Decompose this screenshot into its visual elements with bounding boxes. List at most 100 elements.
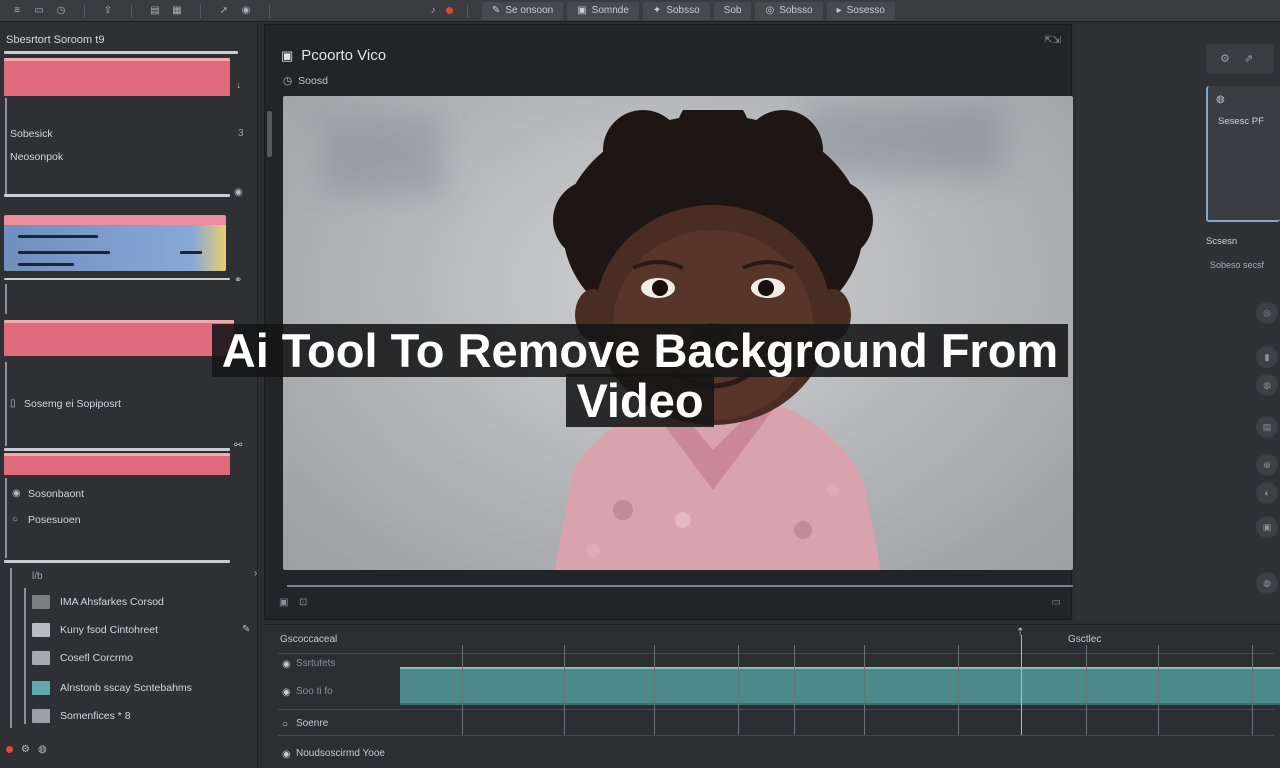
document-icon: ▯ (10, 398, 16, 409)
background-blur (323, 116, 443, 196)
media-item-2[interactable]: Kuny fsod Cintohreet (32, 620, 158, 640)
link-icon[interactable]: ⚭ (234, 275, 242, 286)
properties-card[interactable]: ◍ Sesesc PF (1206, 86, 1280, 222)
export-icon[interactable]: ⇪ (99, 4, 117, 18)
cursor-icon[interactable]: ➚ (215, 4, 233, 18)
panel-divider (4, 194, 230, 197)
option-icon[interactable]: ◎ (1256, 302, 1278, 324)
scrollbar-thumb[interactable] (267, 111, 272, 157)
track-label-1[interactable]: Ssrtutets (296, 658, 335, 669)
tree-line (10, 568, 12, 728)
property-label-2: Scsesn (1206, 236, 1238, 247)
toolbar-divider (200, 3, 201, 18)
settings-icon[interactable]: ⚙ (21, 744, 30, 755)
arrow-down-icon[interactable]: ↓ (236, 80, 241, 91)
headline-line-2: Video (566, 374, 714, 427)
headline-line-1: Ai Tool To Remove Background From (211, 324, 1069, 377)
timeline-tick (564, 645, 565, 735)
headline-overlay: Ai Tool To Remove Background From Video (170, 324, 1110, 427)
count-label: 3 (238, 128, 244, 139)
media-item-5[interactable]: Somenfices * 8 (32, 706, 131, 726)
panel-divider (4, 560, 230, 563)
teal-video-clip[interactable] (400, 667, 1280, 705)
clip-line (180, 251, 202, 254)
media-count-label: l/b (32, 571, 43, 582)
toolbar-tab-2[interactable]: ▣ Somnde (567, 1, 639, 20)
left-item-3[interactable]: Sosemg ei Sopiposrt (24, 398, 121, 410)
toolbar-tab-6[interactable]: ▸ Sosesso (826, 1, 895, 20)
tab-icon: ▣ (577, 5, 587, 16)
toolbar-tab-3[interactable]: ✦ Sobsso (642, 1, 710, 20)
option-icon[interactable]: ◐ (1256, 482, 1278, 504)
folder-icon[interactable]: ▭ (30, 4, 48, 18)
layout-icon[interactable]: ▤ (146, 4, 164, 18)
eye-icon[interactable]: ◉ (234, 187, 243, 198)
media-thumbnail (32, 709, 50, 723)
toolbar-tab-4[interactable]: Sob (713, 1, 752, 20)
media-item-4[interactable]: Alnstonb sscay Scntebahms (32, 678, 192, 698)
option-icon[interactable]: ◍ (1256, 374, 1278, 396)
track-dot-icon: ○ (282, 719, 289, 730)
fullscreen-icon[interactable]: ▭ (1052, 597, 1061, 608)
media-item-1[interactable]: IMA Ahsfarkes Corsod (32, 592, 164, 612)
timeline-right-label: Gsctlec (1068, 634, 1102, 645)
toolbar-divider (269, 3, 270, 18)
track-divider (278, 709, 1274, 710)
toolbar-tab-1[interactable]: ✎ Se onsoon (482, 1, 564, 20)
video-icon: ▣ (281, 47, 294, 63)
share-icon[interactable]: ⇗ (1244, 52, 1253, 65)
audio-icon[interactable]: ♪ (424, 4, 442, 18)
expand-icon[interactable]: ⇱⇲ (1044, 35, 1061, 46)
option-icon[interactable]: ▣ (1256, 516, 1278, 538)
timeline-tick (462, 645, 463, 735)
media-thumbnail (32, 681, 50, 695)
timeline-tick (958, 645, 959, 735)
edit-icon[interactable]: ✎ (242, 624, 250, 635)
track-label-3[interactable]: Soenre (296, 718, 328, 729)
radio-icon[interactable]: ◉ (12, 488, 21, 499)
timeline-tick (1158, 645, 1159, 735)
pink-clip-3[interactable] (4, 453, 230, 475)
left-item-2[interactable]: Neosonpok (10, 151, 63, 163)
property-label-3: Sobeso secsf (1210, 260, 1265, 270)
playhead-line[interactable] (1021, 635, 1022, 735)
tree-line (24, 588, 26, 724)
timeline-tick (794, 645, 795, 735)
option-icon[interactable]: ▮ (1256, 346, 1278, 368)
preview-header: ▣ Pcoorto Vico (281, 47, 386, 64)
menu-icon[interactable]: ≡ (8, 4, 26, 18)
preview-subtitle: Soosd (298, 75, 328, 87)
gear-icon[interactable]: ⚙ (1220, 52, 1230, 65)
circle-icon[interactable]: ○ (12, 514, 18, 525)
left-item-1[interactable]: Sobesick (10, 128, 53, 140)
toolbar-tab-5[interactable]: ◎ Sobsso (755, 1, 823, 20)
record-button[interactable] (6, 746, 13, 753)
playback-progress[interactable] (287, 585, 1073, 587)
option-icon[interactable]: ▤ (1256, 416, 1278, 438)
blue-clip-card[interactable] (4, 215, 226, 271)
left-item-5[interactable]: Posesuoen (28, 514, 81, 526)
left-item-4[interactable]: Sosonbaont (28, 488, 84, 500)
panel-divider (4, 51, 238, 54)
tab-icon: ✦ (652, 5, 662, 16)
clock-icon[interactable]: ◷ (52, 4, 70, 18)
pink-clip-1[interactable] (4, 58, 230, 96)
option-icon[interactable]: ⊕ (1256, 454, 1278, 476)
caret-right-icon[interactable]: › (254, 568, 257, 579)
option-icon[interactable]: ◍ (1256, 572, 1278, 594)
toolbar-divider (467, 3, 468, 18)
share-icon[interactable]: ⚯ (234, 440, 242, 451)
drop-icon[interactable]: ◉ (237, 4, 255, 18)
track-label-2[interactable]: Soo ti fo (296, 686, 333, 697)
media-item-3[interactable]: Cosefl Corcrmo (32, 648, 133, 668)
grid-icon[interactable]: ▦ (168, 4, 186, 18)
media-thumbnail (32, 623, 50, 637)
timeline-tick (738, 645, 739, 735)
tree-line (5, 284, 7, 314)
toggle-icon[interactable]: ◍ (1216, 94, 1225, 105)
globe-icon[interactable]: ◍ (38, 744, 47, 755)
tree-line (5, 98, 7, 194)
track-label-4[interactable]: Noudsoscirmd Yooe (296, 748, 385, 759)
crop-icon[interactable]: ⊡ (299, 597, 307, 608)
frame-icon[interactable]: ▣ (279, 597, 288, 608)
